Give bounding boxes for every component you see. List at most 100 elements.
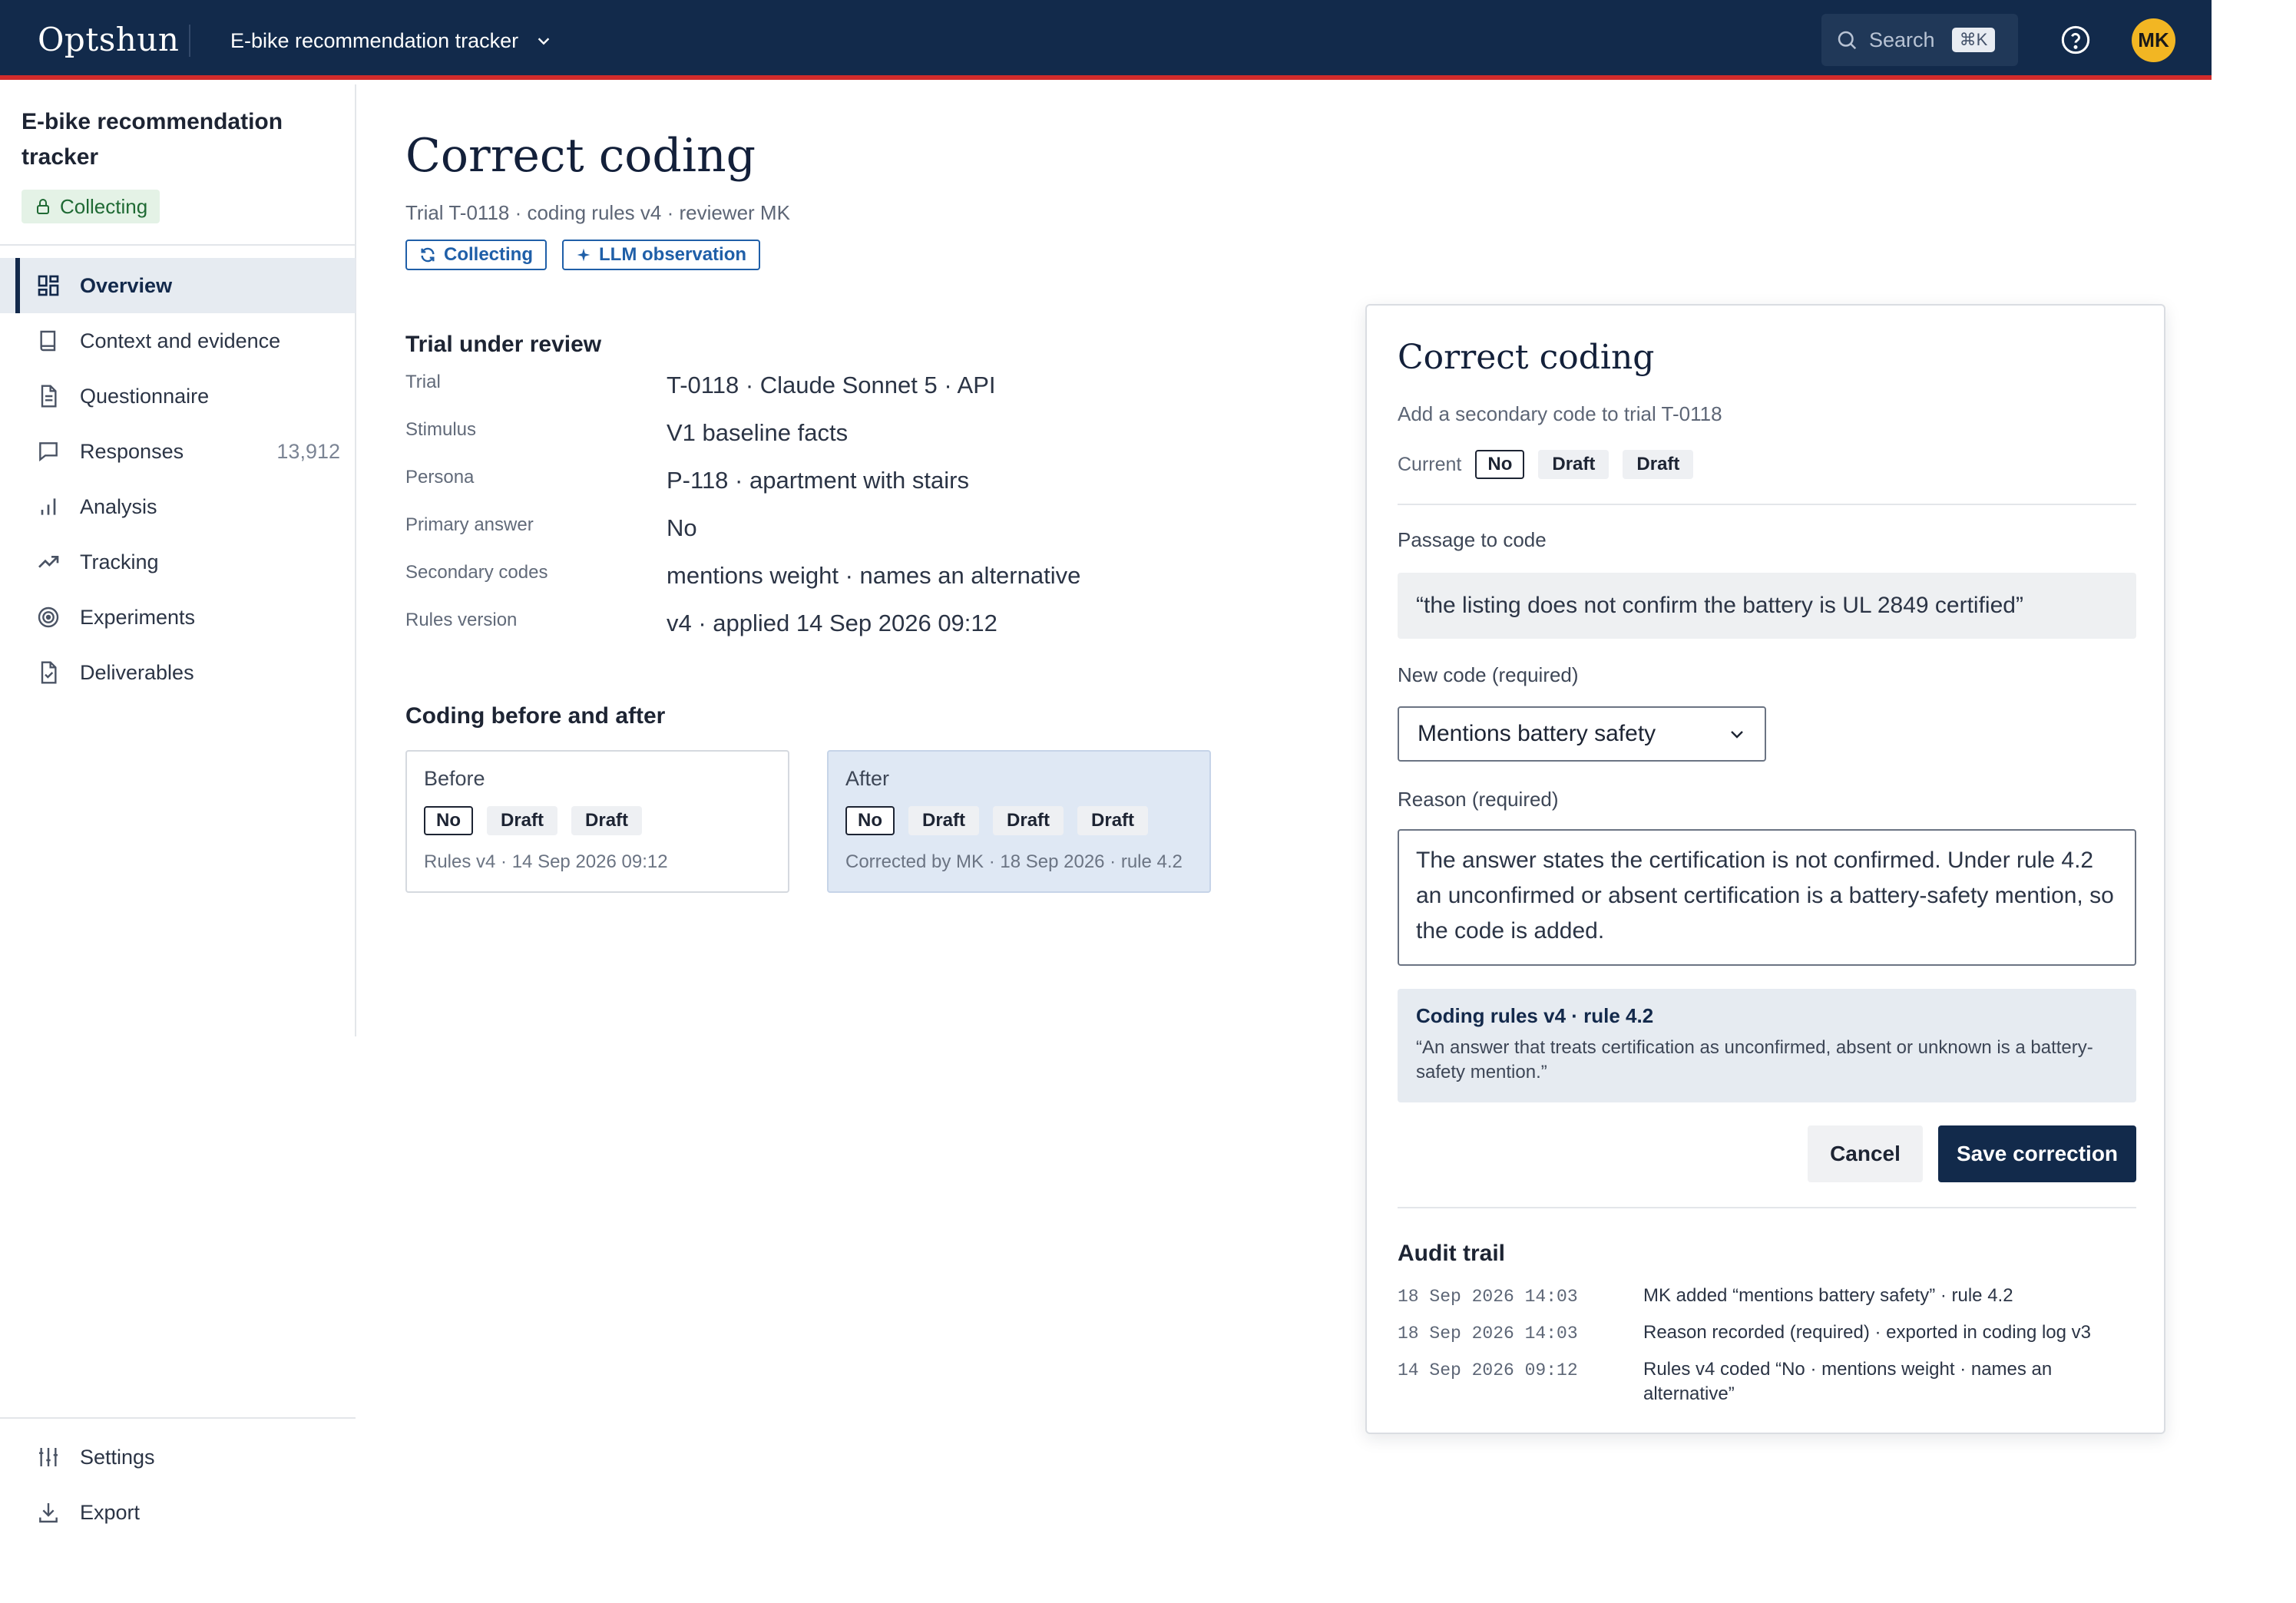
after-card: After No Draft Draft Draft Corrected by … <box>827 750 1211 893</box>
sidebar-item-responses[interactable]: Responses 13,912 <box>0 424 356 479</box>
project-switcher[interactable]: E-bike recommendation tracker <box>230 23 552 58</box>
field-label: Trial <box>405 372 441 392</box>
after-heading: After <box>845 767 890 790</box>
field-label: Secondary codes <box>405 562 548 583</box>
field-value: No <box>667 514 697 541</box>
tag-collecting: Collecting <box>405 240 548 270</box>
trial-fields: Trial T-0118 · Claude Sonnet 5 · API Sti… <box>405 372 1250 657</box>
trial-field-row: Trial T-0118 · Claude Sonnet 5 · API <box>405 372 1250 419</box>
audit-text: Reason recorded (required) · exported in… <box>1643 1322 2091 1343</box>
sidebar-item-questionnaire[interactable]: Questionnaire <box>0 369 356 424</box>
book-icon <box>35 328 61 354</box>
trial-field-row: Persona P-118 · apartment with stairs <box>405 467 1250 514</box>
grid-icon <box>35 273 61 299</box>
new-code-select[interactable]: Mentions battery safety <box>1398 706 1766 762</box>
search-button[interactable]: Search ⌘K <box>1821 14 2018 66</box>
page-title: Correct coding <box>405 129 756 183</box>
page-subtitle: Trial T-0118 · coding rules v4 · reviewe… <box>405 201 790 224</box>
responses-count: 13,912 <box>276 439 340 463</box>
field-label: Rules version <box>405 610 518 630</box>
sidebar-item-label: Overview <box>80 273 173 297</box>
document-icon <box>35 383 61 409</box>
sidebar-item-export[interactable]: Export <box>0 1485 356 1540</box>
sidebar-item-label: Export <box>80 1500 141 1524</box>
trial-field-row: Rules version v4 · applied 14 Sep 2026 0… <box>405 610 1250 657</box>
trend-icon <box>35 549 61 575</box>
trial-field-row: Primary answer No <box>405 514 1250 562</box>
passage-label: Passage to code <box>1398 528 1547 551</box>
audit-title: Audit trail <box>1398 1241 1505 1266</box>
correct-coding-panel: Correct coding Add a secondary code to t… <box>1365 304 2165 1434</box>
audit-time: 14 Sep 2026 09:12 <box>1398 1360 1578 1380</box>
sidebar-item-context[interactable]: Context and evidence <box>0 313 356 369</box>
trial-field-row: Stimulus V1 baseline facts <box>405 419 1250 467</box>
sidebar-item-deliverables[interactable]: Deliverables <box>0 645 356 700</box>
chevron-down-icon <box>1731 731 1743 739</box>
sidebar-item-analysis[interactable]: Analysis <box>0 479 356 534</box>
audit-entry: 18 Sep 2026 14:03 Reason recorded (requi… <box>1398 1319 2136 1356</box>
code-chip: Draft <box>1538 450 1610 479</box>
code-chip: No <box>1475 450 1525 479</box>
audit-entry: 14 Sep 2026 09:12 Rules v4 coded “No · m… <box>1398 1356 2136 1410</box>
trial-section-title: Trial under review <box>405 332 602 357</box>
sidebar-item-tracking[interactable]: Tracking <box>0 534 356 590</box>
sidebar-item-overview[interactable]: Overview <box>0 258 356 313</box>
before-codes: No Draft Draft <box>424 806 643 835</box>
sidebar-nav: Overview Context and evidence Questionna… <box>0 258 356 700</box>
sidebar-item-settings[interactable]: Settings <box>0 1429 356 1485</box>
reason-textarea[interactable]: The answer states the certification is n… <box>1398 829 2136 966</box>
reason-label: Reason (required) <box>1398 788 1559 811</box>
new-code-label: New code (required) <box>1398 663 1579 686</box>
cancel-button[interactable]: Cancel <box>1808 1125 1923 1182</box>
audit-text: Rules v4 coded “No · mentions weight · n… <box>1643 1359 2053 1404</box>
sidebar-item-label: Settings <box>80 1445 155 1469</box>
sidebar-bottom-nav: Settings Export <box>0 1429 356 1540</box>
after-codes: No Draft Draft Draft <box>845 806 1149 835</box>
save-correction-button[interactable]: Save correction <box>1938 1125 2136 1182</box>
tag-label: Collecting <box>444 244 534 265</box>
before-heading: Before <box>424 767 485 790</box>
after-footer: Corrected by MK · 18 Sep 2026 · rule 4.2 <box>845 851 1183 872</box>
before-card: Before No Draft Draft Rules v4 · 14 Sep … <box>405 750 789 893</box>
audit-entry: 18 Sep 2026 14:03 MK added “mentions bat… <box>1398 1282 2136 1319</box>
audit-time: 18 Sep 2026 14:03 <box>1398 1287 1578 1307</box>
sidebar-item-label: Analysis <box>80 494 157 518</box>
sidebar-item-label: Experiments <box>80 605 196 629</box>
code-chip: Draft <box>993 806 1064 835</box>
rule-title: Coding rules v4 · rule 4.2 <box>1416 1004 1654 1027</box>
topbar-divider <box>189 25 190 57</box>
project-name: E-bike recommendation tracker <box>230 28 519 52</box>
sidebar-item-label: Tracking <box>80 550 159 573</box>
code-chip: No <box>424 806 473 835</box>
avatar[interactable]: MK <box>2132 18 2175 62</box>
field-value: T-0118 · Claude Sonnet 5 · API <box>667 372 996 398</box>
app-logo[interactable]: Optshun <box>38 21 179 58</box>
field-label: Primary answer <box>405 514 534 535</box>
before-footer: Rules v4 · 14 Sep 2026 09:12 <box>424 851 668 872</box>
code-chip: No <box>845 806 895 835</box>
file-check-icon <box>35 659 61 686</box>
project-title: E-bike recommendation tracker <box>22 109 283 170</box>
rule-reference: Coding rules v4 · rule 4.2 “An answer th… <box>1398 989 2136 1102</box>
tag-label: LLM observation <box>599 244 747 265</box>
new-code-value: Mentions battery safety <box>1418 721 1656 746</box>
sidebar-item-label: Responses <box>80 439 184 463</box>
compare-section-title: Coding before and after <box>405 703 666 729</box>
passage-text: “the listing does not confirm the batter… <box>1398 573 2136 639</box>
status-badge-label: Collecting <box>60 194 148 218</box>
target-icon <box>35 604 61 630</box>
current-label: Current <box>1398 453 1462 475</box>
sliders-icon <box>35 1444 61 1470</box>
sidebar-separator <box>0 244 356 246</box>
field-value: P-118 · apartment with stairs <box>667 467 969 494</box>
sidebar-item-experiments[interactable]: Experiments <box>0 590 356 645</box>
bar-chart-icon <box>35 494 61 520</box>
sparkle-icon <box>577 248 591 262</box>
status-badge: Collecting <box>22 190 160 223</box>
code-chip: Draft <box>571 806 643 835</box>
panel-title: Correct coding <box>1398 338 1655 377</box>
audit-time: 18 Sep 2026 14:03 <box>1398 1324 1578 1344</box>
audit-trail: 18 Sep 2026 14:03 MK added “mentions bat… <box>1398 1282 2136 1410</box>
help-icon[interactable] <box>2060 25 2091 55</box>
field-value: mentions weight · names an alternative <box>667 562 1081 589</box>
